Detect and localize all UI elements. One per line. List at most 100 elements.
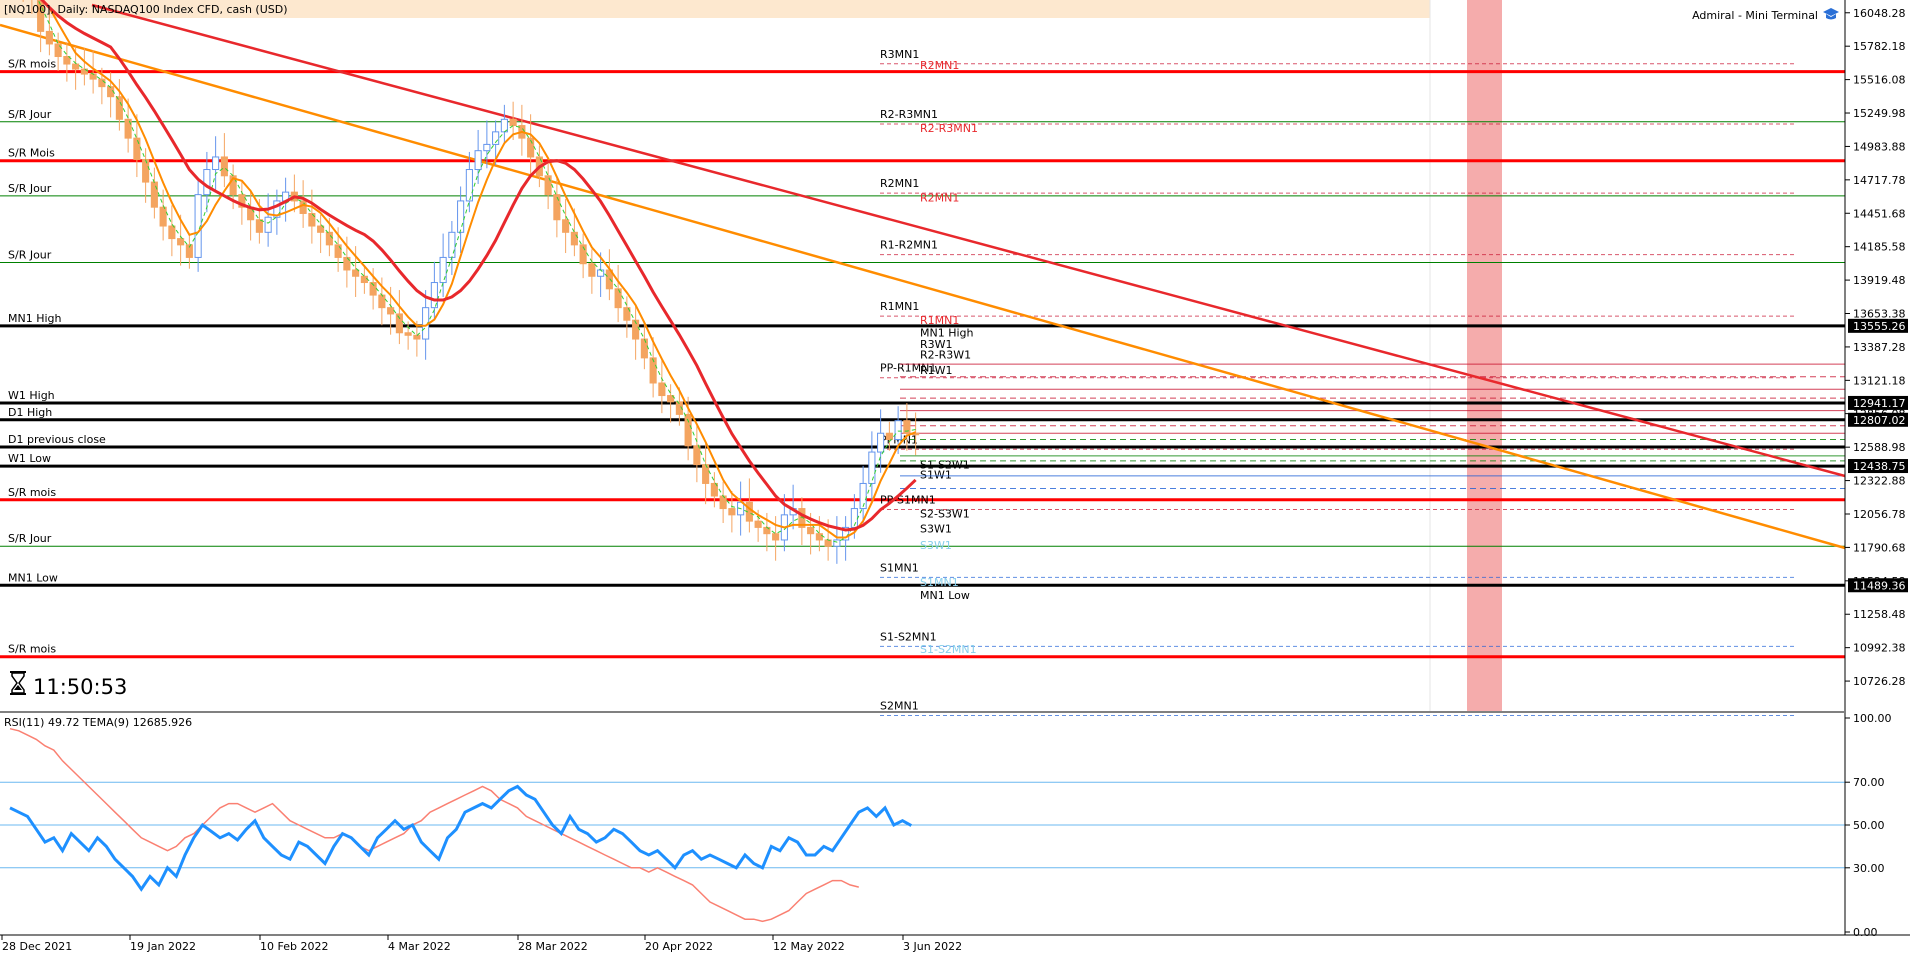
- pivot-label: MN1 Low: [920, 589, 970, 602]
- bear-candle[interactable]: [807, 526, 815, 535]
- bear-candle[interactable]: [159, 206, 167, 227]
- trading-chart-window[interactable]: S/R mois S/R Jour S/R Mois S/R Jour S/R Jour…: [0, 0, 1910, 955]
- pivot-label: S1-S2MN1: [920, 643, 977, 656]
- bear-candle[interactable]: [562, 219, 570, 233]
- price-tick-label: 15782.18: [1853, 40, 1906, 53]
- bull-candle[interactable]: [597, 269, 605, 277]
- bear-candle[interactable]: [63, 56, 71, 65]
- bull-candle[interactable]: [859, 482, 867, 510]
- bull-candle[interactable]: [439, 256, 447, 284]
- rsi-tick-label: 0.00: [1853, 926, 1878, 939]
- bear-candle[interactable]: [255, 219, 263, 233]
- bear-candle[interactable]: [387, 307, 395, 315]
- bear-candle[interactable]: [614, 288, 622, 309]
- countdown-timer: 11:50:53: [33, 675, 128, 699]
- bear-candle[interactable]: [89, 73, 97, 80]
- bear-candle[interactable]: [544, 175, 552, 196]
- bear-candle[interactable]: [352, 269, 360, 277]
- bear-candle[interactable]: [150, 181, 158, 208]
- bear-candle[interactable]: [728, 508, 736, 516]
- graduation-cap-icon[interactable]: [1822, 7, 1840, 23]
- bull-candle[interactable]: [203, 169, 211, 196]
- date-tick-label: 20 Apr 2022: [645, 940, 713, 953]
- level-label: D1 High: [8, 406, 52, 419]
- bear-candle[interactable]: [640, 338, 648, 359]
- price-tick-label: 14451.68: [1853, 207, 1906, 220]
- bear-candle[interactable]: [98, 78, 106, 88]
- price-tick-label: 13919.48: [1853, 274, 1906, 287]
- bull-candle[interactable]: [877, 432, 885, 453]
- level-label: S/R Jour: [8, 182, 52, 195]
- price-tick-label: 15249.98: [1853, 107, 1906, 120]
- bull-candle[interactable]: [448, 231, 456, 258]
- price-tick-label: 12322.88: [1853, 475, 1906, 488]
- bull-candle[interactable]: [894, 420, 902, 441]
- bull-candle[interactable]: [483, 143, 491, 152]
- pivot-label: S3W1: [920, 539, 952, 552]
- bear-candle[interactable]: [168, 225, 176, 240]
- bear-candle[interactable]: [649, 357, 657, 384]
- date-tick-label: 10 Feb 2022: [260, 940, 328, 953]
- bear-candle[interactable]: [220, 156, 228, 177]
- level-label: S/R Jour: [8, 248, 52, 261]
- level-label: S/R mois: [8, 643, 56, 656]
- bear-candle[interactable]: [702, 464, 710, 484]
- bull-candle[interactable]: [457, 200, 465, 233]
- bear-candle[interactable]: [142, 158, 150, 183]
- date-tick-label: 4 Mar 2022: [388, 940, 451, 953]
- rsi-tick-label: 100.00: [1853, 712, 1892, 725]
- price-tick-label: 13653.38: [1853, 308, 1906, 321]
- bear-candle[interactable]: [772, 533, 780, 541]
- bear-candle[interactable]: [509, 118, 517, 127]
- bear-candle[interactable]: [45, 30, 53, 45]
- chart-canvas[interactable]: S/R mois S/R Jour S/R Mois S/R Jour S/R Jour…: [0, 0, 1910, 955]
- bear-candle[interactable]: [553, 194, 561, 221]
- level-label: S/R mois: [8, 486, 56, 499]
- price-tick-label: 10726.28: [1853, 675, 1906, 688]
- bull-candle[interactable]: [833, 539, 841, 547]
- bear-candle[interactable]: [378, 294, 386, 309]
- bear-candle[interactable]: [684, 413, 692, 447]
- rsi-tick-label: 50.00: [1853, 819, 1885, 832]
- bear-candle[interactable]: [395, 313, 403, 334]
- bull-candle[interactable]: [465, 169, 473, 202]
- price-tick-label: 10992.38: [1853, 642, 1906, 655]
- bull-candle[interactable]: [212, 156, 220, 171]
- bear-candle[interactable]: [754, 520, 762, 528]
- bear-candle[interactable]: [325, 231, 333, 246]
- bull-candle[interactable]: [264, 216, 272, 233]
- bear-candle[interactable]: [693, 445, 701, 466]
- pivot-label: R2-R3MN1: [880, 108, 938, 121]
- level-label: S/R Jour: [8, 532, 52, 545]
- price-tag-label: 12807.02: [1853, 414, 1906, 427]
- bull-candle[interactable]: [474, 150, 482, 171]
- bear-candle[interactable]: [54, 43, 62, 58]
- bear-candle[interactable]: [404, 332, 412, 336]
- bear-candle[interactable]: [570, 231, 578, 246]
- highlight-band: [1467, 0, 1502, 712]
- bear-candle[interactable]: [177, 238, 185, 246]
- pivot-label: R1MN1: [920, 314, 959, 327]
- bear-candle[interactable]: [885, 432, 893, 441]
- bear-candle[interactable]: [133, 137, 141, 160]
- price-tick-label: 14717.78: [1853, 174, 1906, 187]
- bear-candle[interactable]: [360, 275, 368, 284]
- level-label: S/R mois: [8, 58, 56, 71]
- pivot-label: R2-R3W1: [920, 349, 971, 362]
- pivot-label: S1MN1: [880, 561, 919, 574]
- bull-candle[interactable]: [868, 451, 876, 484]
- price-tick-label: 11258.48: [1853, 608, 1906, 621]
- price-tick-label: 15516.08: [1853, 74, 1906, 87]
- pivot-label: S2MN1: [880, 699, 919, 712]
- bear-candle[interactable]: [719, 495, 727, 510]
- bear-candle[interactable]: [299, 200, 307, 214]
- bear-candle[interactable]: [658, 382, 666, 397]
- pivot-label: R2-R3MN1: [920, 122, 978, 135]
- bear-candle[interactable]: [334, 244, 342, 258]
- bear-candle[interactable]: [72, 63, 80, 70]
- bear-candle[interactable]: [413, 334, 421, 340]
- level-label: S/R Mois: [8, 147, 55, 160]
- bear-candle[interactable]: [115, 96, 123, 120]
- date-tick-label: 3 Jun 2022: [903, 940, 962, 953]
- bear-candle[interactable]: [588, 263, 596, 277]
